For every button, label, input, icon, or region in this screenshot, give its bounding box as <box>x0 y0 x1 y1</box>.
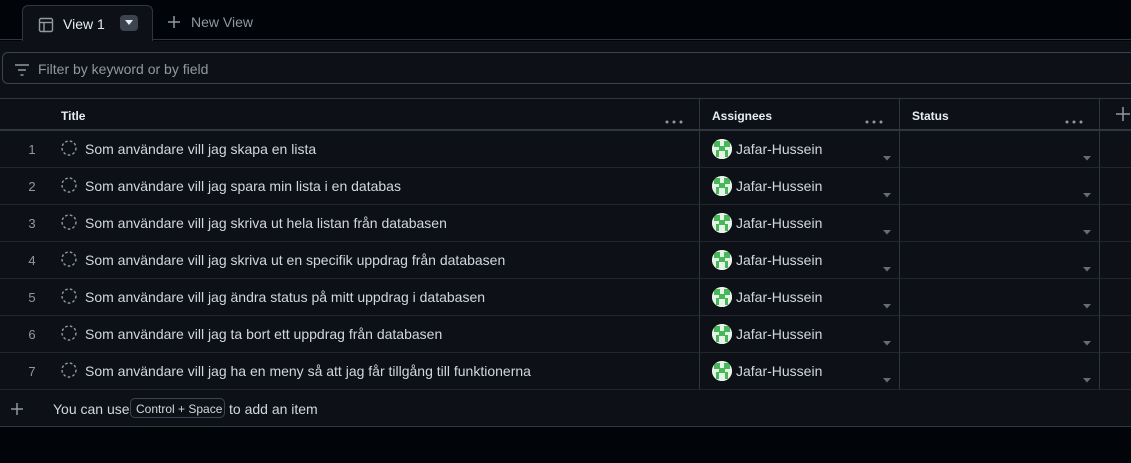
draft-issue-icon <box>61 288 77 307</box>
assignee-name[interactable]: Jafar-Hussein <box>736 289 822 305</box>
draft-issue-icon <box>61 140 77 159</box>
table-row[interactable]: 3 Som användare vill jag skriva ut hela … <box>0 205 1131 242</box>
filter-area: Filter by keyword or by field <box>0 41 1131 98</box>
project-table: Title Assignees Status 1 Som användare v… <box>0 98 1131 427</box>
draft-issue-icon <box>61 214 77 233</box>
add-field-icon[interactable] <box>1116 107 1130 124</box>
draft-issue-icon <box>61 362 77 381</box>
column-menu-icon[interactable] <box>1065 113 1083 127</box>
row-number: 5 <box>28 290 36 305</box>
status-dropdown-icon[interactable] <box>1083 333 1091 349</box>
avatar <box>712 139 732 159</box>
avatar <box>712 361 732 381</box>
assignees-dropdown-icon[interactable] <box>883 185 891 201</box>
assignee-name[interactable]: Jafar-Hussein <box>736 363 822 379</box>
avatar <box>712 176 732 196</box>
status-dropdown-icon[interactable] <box>1083 148 1091 164</box>
status-dropdown-icon[interactable] <box>1083 259 1091 275</box>
status-dropdown-icon[interactable] <box>1083 370 1091 386</box>
assignee-name[interactable]: Jafar-Hussein <box>736 178 822 194</box>
table-row[interactable]: 7 Som användare vill jag ha en meny så a… <box>0 353 1131 390</box>
item-title[interactable]: Som användare vill jag ha en meny så att… <box>85 363 531 379</box>
filter-placeholder: Filter by keyword or by field <box>38 61 209 77</box>
view-options-button[interactable] <box>120 15 138 31</box>
assignees-dropdown-icon[interactable] <box>883 333 891 349</box>
status-dropdown-icon[interactable] <box>1083 222 1091 238</box>
column-menu-icon[interactable] <box>665 113 683 127</box>
assignee-name[interactable]: Jafar-Hussein <box>736 252 822 268</box>
item-title[interactable]: Som användare vill jag skriva ut hela li… <box>85 215 447 231</box>
table-row[interactable]: 6 Som användare vill jag ta bort ett upp… <box>0 316 1131 353</box>
table-icon <box>38 17 54 36</box>
assignee-name[interactable]: Jafar-Hussein <box>736 215 822 231</box>
assignees-dropdown-icon[interactable] <box>883 370 891 386</box>
row-number: 6 <box>28 327 36 342</box>
table-row[interactable]: 2 Som användare vill jag spara min lista… <box>0 168 1131 205</box>
item-title[interactable]: Som användare vill jag ändra status på m… <box>85 289 485 305</box>
tab-view-1[interactable]: View 1 <box>22 5 153 41</box>
avatar <box>712 250 732 270</box>
triangle-down-icon <box>125 20 133 25</box>
add-item-hint-suffix: to add an item <box>229 401 318 417</box>
row-number: 2 <box>28 179 36 194</box>
avatar <box>712 287 732 307</box>
column-header-assignees[interactable]: Assignees <box>700 99 899 129</box>
item-title[interactable]: Som användare vill jag spara min lista i… <box>85 178 401 194</box>
column-status-label: Status <box>912 109 949 123</box>
table-row[interactable]: 4 Som användare vill jag skriva ut en sp… <box>0 242 1131 279</box>
column-assignees-label: Assignees <box>712 109 773 123</box>
row-number: 4 <box>28 253 36 268</box>
avatar <box>712 213 732 233</box>
column-header-status[interactable]: Status <box>900 99 1099 129</box>
table-row[interactable]: 1 Som användare vill jag skapa en lista … <box>0 131 1131 168</box>
filter-icon <box>14 63 30 79</box>
column-header-title[interactable]: Title <box>0 99 699 129</box>
keyboard-shortcut: Control + Space <box>130 398 225 418</box>
plus-icon <box>168 16 180 28</box>
assignees-dropdown-icon[interactable] <box>883 296 891 312</box>
filter-input[interactable]: Filter by keyword or by field <box>2 52 1131 84</box>
view-tab-bar: View 1 New View <box>0 0 1131 41</box>
assignees-dropdown-icon[interactable] <box>883 222 891 238</box>
column-title-label: Title <box>61 109 86 123</box>
table-row[interactable]: 5 Som användare vill jag ändra status på… <box>0 279 1131 316</box>
new-view-label: New View <box>191 14 253 30</box>
table-header: Title Assignees Status <box>0 99 1131 131</box>
plus-icon[interactable] <box>11 402 23 418</box>
status-dropdown-icon[interactable] <box>1083 296 1091 312</box>
item-title[interactable]: Som användare vill jag ta bort ett uppdr… <box>85 326 442 342</box>
row-number: 3 <box>28 216 36 231</box>
draft-issue-icon <box>61 177 77 196</box>
tab-label: View 1 <box>63 16 105 32</box>
add-item-hint-prefix: You can use <box>53 401 130 417</box>
item-title[interactable]: Som användare vill jag skriva ut en spec… <box>85 252 505 268</box>
item-title[interactable]: Som användare vill jag skapa en lista <box>85 141 316 157</box>
assignee-name[interactable]: Jafar-Hussein <box>736 326 822 342</box>
add-item-row[interactable]: You can use Control + Space to add an it… <box>0 390 1131 427</box>
draft-issue-icon <box>61 325 77 344</box>
assignees-dropdown-icon[interactable] <box>883 148 891 164</box>
draft-issue-icon <box>61 251 77 270</box>
row-number: 1 <box>28 142 36 157</box>
column-menu-icon[interactable] <box>865 113 883 127</box>
row-number: 7 <box>28 364 36 379</box>
assignee-name[interactable]: Jafar-Hussein <box>736 141 822 157</box>
assignees-dropdown-icon[interactable] <box>883 259 891 275</box>
avatar <box>712 324 732 344</box>
status-dropdown-icon[interactable] <box>1083 185 1091 201</box>
